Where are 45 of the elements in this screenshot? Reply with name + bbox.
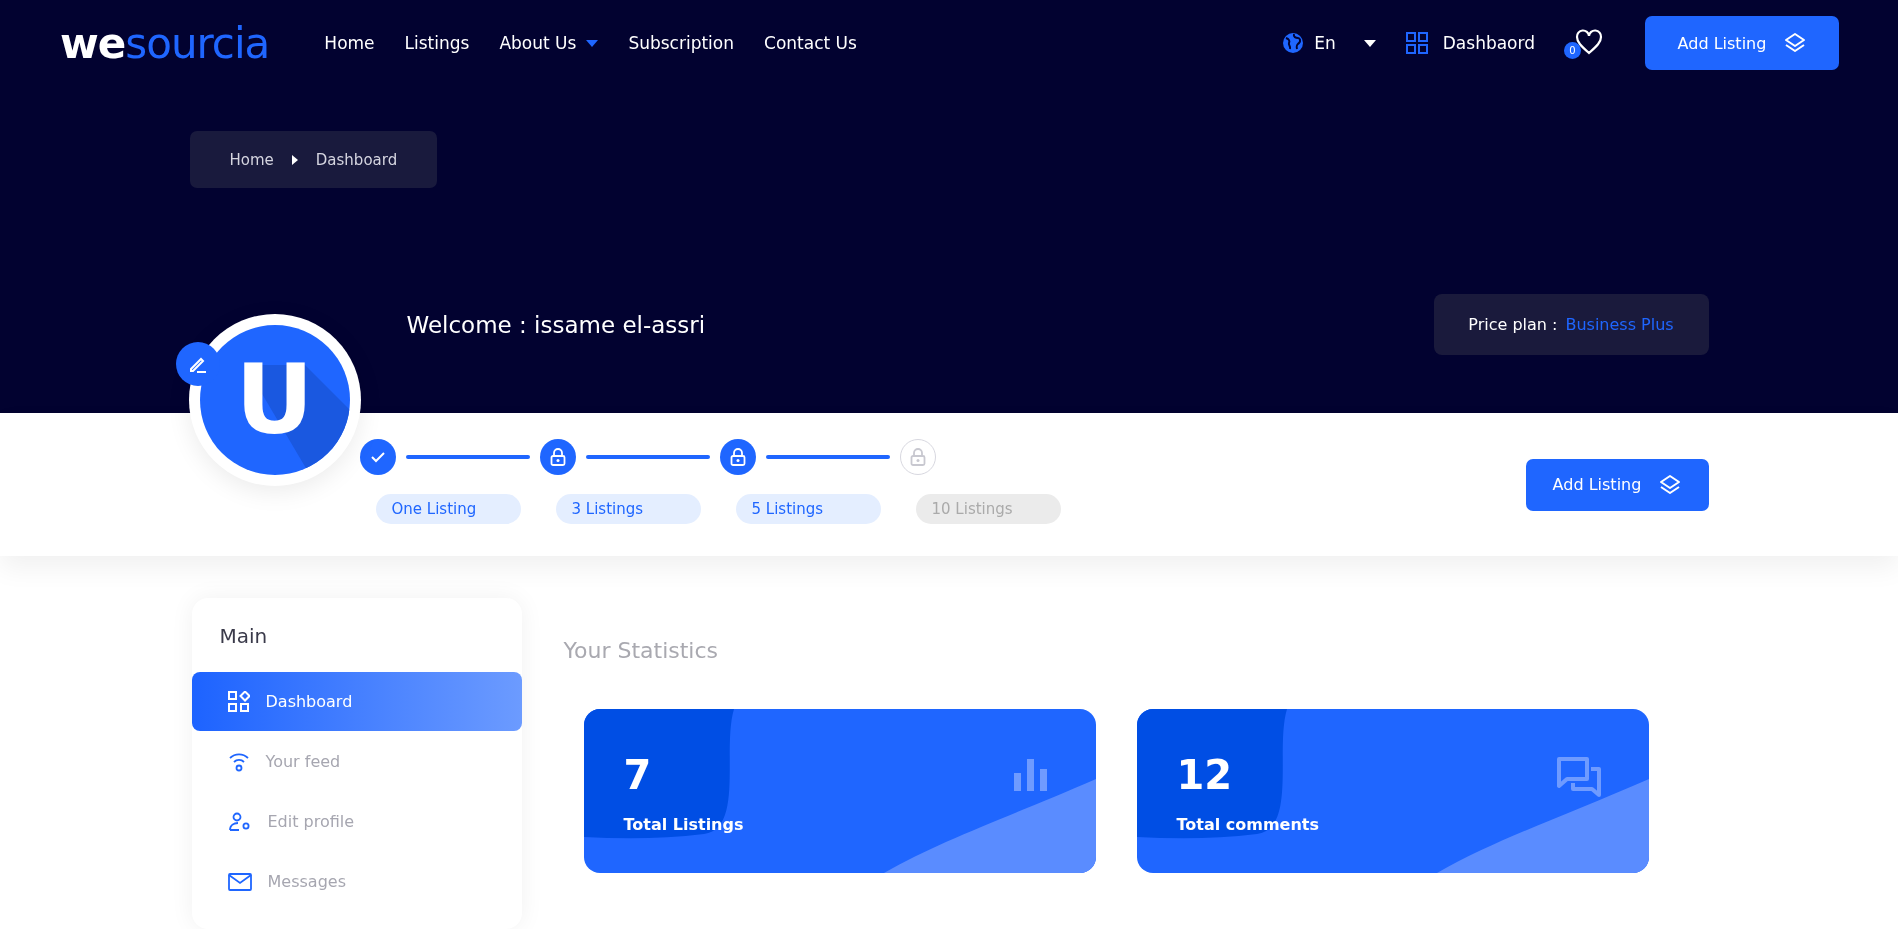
sidebar-title: Main [219,624,269,648]
price-plan-label: Price plan : [1468,315,1558,334]
globe-icon [1282,32,1305,54]
lock-icon [549,447,566,466]
step-label: 5 Listings [735,493,881,524]
nav-link[interactable]: About Us [499,33,599,53]
layers-icon [1659,473,1682,496]
nav-link[interactable]: Listings [404,33,470,53]
step-label: One Listing [375,493,521,524]
wifi-icon [227,751,250,772]
breadcrumb-link[interactable]: Dashboard [315,150,398,169]
count-badge: 0 [1564,42,1581,59]
lock-icon [909,447,926,466]
layers-icon [1784,32,1807,54]
lock-icon [729,447,746,466]
nav-link[interactable]: Contact Us [764,33,857,53]
stat-label: Total Listings [623,815,744,834]
check-icon [370,450,385,463]
price-plan-value: Business Plus [1565,315,1674,334]
caret-icon[interactable] [1363,39,1376,47]
add-listing-button[interactable]: Add Listing [1525,458,1709,511]
logo[interactable]: wesourcia [60,18,270,68]
dashboard-link[interactable]: Dashbaord [1405,32,1535,54]
apps-icon [227,690,250,713]
step-label: 10 Listings [915,493,1061,524]
caret-icon [586,39,599,47]
nav-link[interactable]: Home [324,33,375,53]
sidebar-item[interactable]: Dashboard [191,672,522,731]
user-gear-icon [227,811,252,832]
step-label: 3 Listings [555,493,701,524]
envelope-icon [227,872,252,891]
stat-value: 7 [623,755,652,795]
nav-link[interactable]: Subscription [628,33,735,53]
chevron-icon [291,154,298,165]
breadcrumb-link[interactable]: Home [229,150,274,169]
section-heading: Your Statistics [563,638,720,663]
chat-icon [1556,757,1601,797]
add-listing-button[interactable]: Add Listing [1645,16,1839,70]
bar-chart-icon [1013,757,1048,791]
grid-icon [1405,32,1428,54]
stat-value: 12 [1176,755,1233,795]
welcome-heading: Welcome : issame el-assri [406,311,706,338]
language-selector[interactable]: En [1314,33,1336,53]
stat-label: Total comments [1176,815,1319,834]
heart-icon[interactable] [1575,29,1603,55]
